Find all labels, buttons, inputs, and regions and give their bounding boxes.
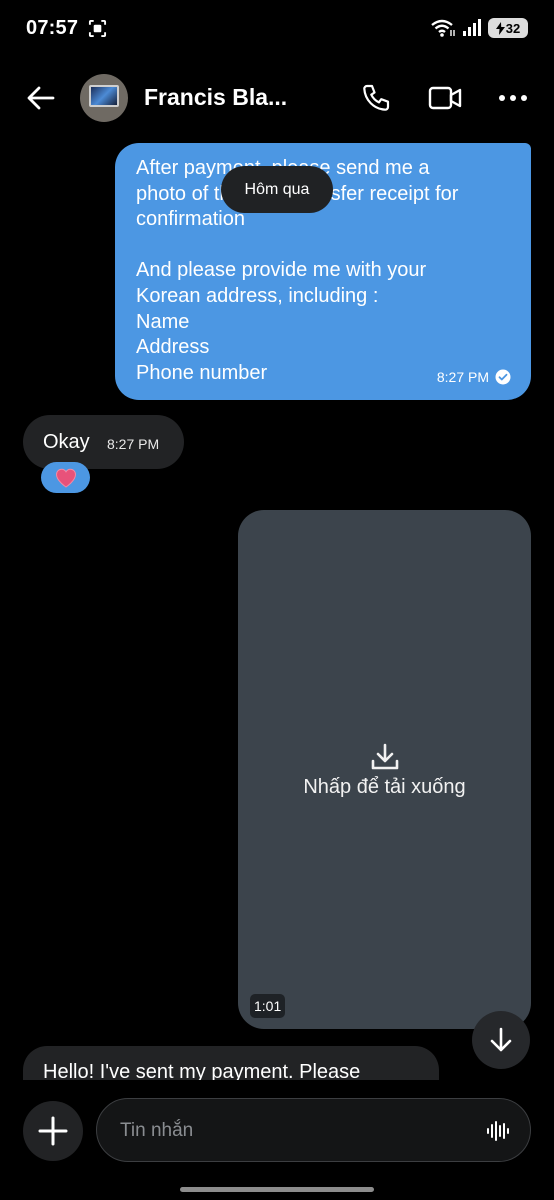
incoming-message-bubble[interactable]: Okay 8:27 PM bbox=[23, 415, 184, 469]
video-message-card[interactable]: Nhấp để tải xuống 1:01 bbox=[238, 510, 531, 1029]
message-composer: Tin nhắn bbox=[0, 1080, 554, 1200]
download-icon[interactable] bbox=[370, 742, 400, 772]
status-indicators: 32 bbox=[430, 18, 528, 38]
arrow-down-icon bbox=[490, 1027, 512, 1052]
plus-icon bbox=[38, 1116, 68, 1146]
contact-avatar[interactable] bbox=[80, 74, 128, 122]
more-options-icon[interactable] bbox=[497, 86, 529, 110]
status-time: 07:57 bbox=[26, 17, 79, 39]
download-label[interactable]: Nhấp để tải xuống bbox=[238, 776, 531, 799]
date-separator: Hôm qua bbox=[221, 166, 333, 213]
charging-bolt-icon bbox=[495, 21, 505, 35]
message-input[interactable]: Tin nhắn bbox=[96, 1098, 531, 1162]
wifi-icon bbox=[431, 19, 455, 37]
phone-call-icon[interactable] bbox=[360, 82, 392, 114]
heart-icon bbox=[55, 468, 76, 488]
home-indicator bbox=[180, 1187, 374, 1192]
video-duration-badge: 1:01 bbox=[250, 994, 286, 1018]
add-attachment-button[interactable] bbox=[23, 1101, 83, 1161]
read-check-icon bbox=[495, 369, 511, 385]
status-bar: 07:57 32 bbox=[0, 0, 554, 60]
back-arrow-icon[interactable] bbox=[26, 84, 56, 112]
contact-name[interactable]: Francis Bla... bbox=[144, 84, 287, 111]
battery-indicator: 32 bbox=[488, 18, 528, 38]
video-call-icon[interactable] bbox=[428, 84, 462, 112]
incoming-message-time: 8:27 PM bbox=[107, 436, 160, 452]
heart-reaction[interactable]: ❤️ bbox=[41, 462, 90, 493]
scroll-to-bottom-button[interactable] bbox=[472, 1011, 530, 1069]
outgoing-message-meta: 8:27 PM bbox=[437, 369, 511, 385]
message-input-placeholder: Tin nhắn bbox=[120, 1120, 194, 1141]
outgoing-message-time: 8:27 PM bbox=[436, 369, 489, 385]
battery-level: 32 bbox=[505, 20, 521, 36]
signal-icon bbox=[463, 19, 481, 36]
voice-message-icon[interactable] bbox=[486, 1119, 510, 1143]
chat-header: Francis Bla... bbox=[0, 60, 554, 136]
incoming-message-text: Okay bbox=[43, 431, 90, 453]
screen-record-icon bbox=[88, 19, 107, 38]
